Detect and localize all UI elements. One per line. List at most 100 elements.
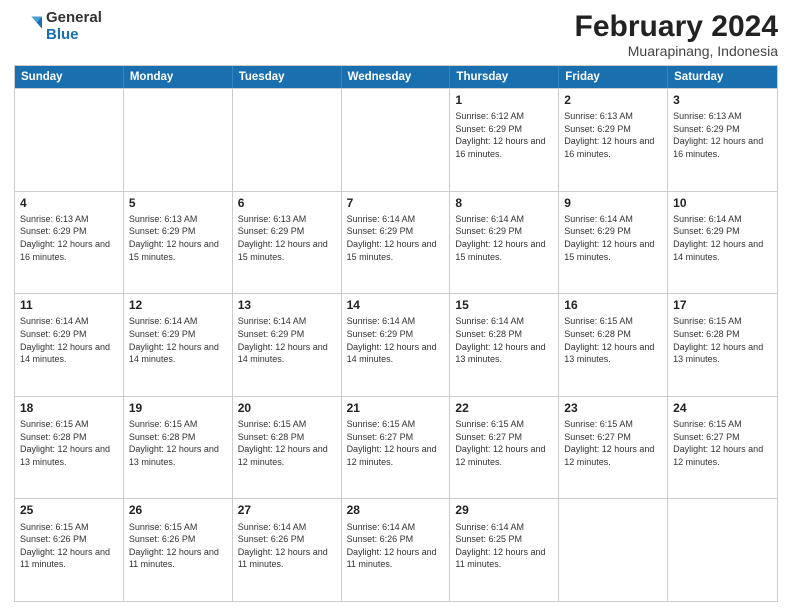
calendar-cell: 3 Sunrise: 6:13 AM Sunset: 6:29 PM Daylig… [668,89,777,191]
calendar-cell: 16 Sunrise: 6:15 AM Sunset: 6:28 PM Dayli… [559,294,668,396]
day-info: Sunrise: 6:14 AM Sunset: 6:29 PM Dayligh… [347,213,445,263]
day-info: Sunrise: 6:13 AM Sunset: 6:29 PM Dayligh… [564,110,662,160]
logo-blue: Blue [46,27,102,44]
calendar-header-cell: Thursday [450,66,559,88]
calendar-cell: 18 Sunrise: 6:15 AM Sunset: 6:28 PM Dayli… [15,397,124,499]
day-info: Sunrise: 6:14 AM Sunset: 6:29 PM Dayligh… [564,213,662,263]
day-number: 6 [238,195,336,211]
day-info: Sunrise: 6:14 AM Sunset: 6:29 PM Dayligh… [129,315,227,365]
calendar-cell: 22 Sunrise: 6:15 AM Sunset: 6:27 PM Dayli… [450,397,559,499]
day-number: 25 [20,502,118,518]
day-number: 11 [20,297,118,313]
day-number: 12 [129,297,227,313]
calendar-cell: 21 Sunrise: 6:15 AM Sunset: 6:27 PM Dayli… [342,397,451,499]
logo: General Blue [14,10,102,43]
day-info: Sunrise: 6:12 AM Sunset: 6:29 PM Dayligh… [455,110,553,160]
day-number: 17 [673,297,772,313]
day-number: 5 [129,195,227,211]
calendar-row: 25 Sunrise: 6:15 AM Sunset: 6:26 PM Dayli… [15,498,777,601]
calendar-page: General Blue February 2024 Muarapinang, … [0,0,792,612]
calendar-header-cell: Saturday [668,66,777,88]
day-info: Sunrise: 6:15 AM Sunset: 6:26 PM Dayligh… [20,521,118,571]
calendar-cell [233,89,342,191]
day-info: Sunrise: 6:13 AM Sunset: 6:29 PM Dayligh… [673,110,772,160]
day-info: Sunrise: 6:15 AM Sunset: 6:28 PM Dayligh… [238,418,336,468]
calendar-row: 18 Sunrise: 6:15 AM Sunset: 6:28 PM Dayli… [15,396,777,499]
day-info: Sunrise: 6:15 AM Sunset: 6:27 PM Dayligh… [564,418,662,468]
calendar-cell: 4 Sunrise: 6:13 AM Sunset: 6:29 PM Daylig… [15,192,124,294]
calendar-cell: 12 Sunrise: 6:14 AM Sunset: 6:29 PM Dayli… [124,294,233,396]
day-number: 27 [238,502,336,518]
day-number: 13 [238,297,336,313]
day-info: Sunrise: 6:13 AM Sunset: 6:29 PM Dayligh… [238,213,336,263]
title-block: February 2024 Muarapinang, Indonesia [575,10,778,59]
calendar-cell: 7 Sunrise: 6:14 AM Sunset: 6:29 PM Daylig… [342,192,451,294]
day-number: 3 [673,92,772,108]
day-info: Sunrise: 6:15 AM Sunset: 6:26 PM Dayligh… [129,521,227,571]
calendar-cell: 20 Sunrise: 6:15 AM Sunset: 6:28 PM Dayli… [233,397,342,499]
header: General Blue February 2024 Muarapinang, … [14,10,778,59]
calendar-cell: 17 Sunrise: 6:15 AM Sunset: 6:28 PM Dayli… [668,294,777,396]
day-info: Sunrise: 6:14 AM Sunset: 6:29 PM Dayligh… [347,315,445,365]
calendar-header-cell: Friday [559,66,668,88]
day-number: 14 [347,297,445,313]
calendar-cell: 13Sunrise: 6:14 AM Sunset: 6:29 PM Dayli… [233,294,342,396]
calendar-header-cell: Monday [124,66,233,88]
day-info: Sunrise: 6:14 AM Sunset: 6:28 PM Dayligh… [455,315,553,365]
day-number: 2 [564,92,662,108]
day-number: 9 [564,195,662,211]
calendar-cell: 15 Sunrise: 6:14 AM Sunset: 6:28 PM Dayli… [450,294,559,396]
day-number: 22 [455,400,553,416]
subtitle: Muarapinang, Indonesia [575,43,778,59]
day-number: 28 [347,502,445,518]
day-number: 24 [673,400,772,416]
calendar: SundayMondayTuesdayWednesdayThursdayFrid… [14,65,778,602]
day-info: Sunrise: 6:15 AM Sunset: 6:27 PM Dayligh… [673,418,772,468]
day-info: Sunrise: 6:15 AM Sunset: 6:27 PM Dayligh… [455,418,553,468]
calendar-cell [15,89,124,191]
day-number: 26 [129,502,227,518]
day-info: Sunrise: 6:13 AM Sunset: 6:29 PM Dayligh… [20,213,118,263]
calendar-header-row: SundayMondayTuesdayWednesdayThursdayFrid… [15,66,777,88]
day-number: 20 [238,400,336,416]
calendar-cell [124,89,233,191]
day-number: 15 [455,297,553,313]
calendar-row: 1 Sunrise: 6:12 AM Sunset: 6:29 PM Daylig… [15,88,777,191]
calendar-header-cell: Tuesday [233,66,342,88]
day-info: Sunrise: 6:14 AM Sunset: 6:25 PM Dayligh… [455,521,553,571]
logo-icon [14,13,42,41]
day-info: Sunrise: 6:15 AM Sunset: 6:27 PM Dayligh… [347,418,445,468]
calendar-cell: 8 Sunrise: 6:14 AM Sunset: 6:29 PM Daylig… [450,192,559,294]
day-info: Sunrise: 6:14 AM Sunset: 6:29 PM Dayligh… [455,213,553,263]
calendar-header-cell: Sunday [15,66,124,88]
day-info: Sunrise: 6:13 AM Sunset: 6:29 PM Dayligh… [129,213,227,263]
calendar-cell: 29Sunrise: 6:14 AM Sunset: 6:25 PM Dayli… [450,499,559,601]
calendar-cell [559,499,668,601]
day-info: Sunrise: 6:14 AM Sunset: 6:29 PM Dayligh… [673,213,772,263]
calendar-cell: 26 Sunrise: 6:15 AM Sunset: 6:26 PM Dayli… [124,499,233,601]
day-number: 19 [129,400,227,416]
calendar-cell: 14 Sunrise: 6:14 AM Sunset: 6:29 PM Dayli… [342,294,451,396]
calendar-row: 4 Sunrise: 6:13 AM Sunset: 6:29 PM Daylig… [15,191,777,294]
calendar-cell: 23 Sunrise: 6:15 AM Sunset: 6:27 PM Dayli… [559,397,668,499]
logo-text: General Blue [46,10,102,43]
day-number: 4 [20,195,118,211]
day-number: 23 [564,400,662,416]
calendar-cell: 5 Sunrise: 6:13 AM Sunset: 6:29 PM Daylig… [124,192,233,294]
day-info: Sunrise: 6:15 AM Sunset: 6:28 PM Dayligh… [20,418,118,468]
day-number: 8 [455,195,553,211]
day-number: 18 [20,400,118,416]
day-info: Sunrise: 6:15 AM Sunset: 6:28 PM Dayligh… [673,315,772,365]
day-info: Sunrise: 6:15 AM Sunset: 6:28 PM Dayligh… [564,315,662,365]
day-number: 16 [564,297,662,313]
calendar-cell: 19Sunrise: 6:15 AM Sunset: 6:28 PM Dayli… [124,397,233,499]
calendar-cell: 1 Sunrise: 6:12 AM Sunset: 6:29 PM Daylig… [450,89,559,191]
day-info: Sunrise: 6:14 AM Sunset: 6:26 PM Dayligh… [238,521,336,571]
day-number: 7 [347,195,445,211]
calendar-cell [342,89,451,191]
day-info: Sunrise: 6:14 AM Sunset: 6:26 PM Dayligh… [347,521,445,571]
day-number: 21 [347,400,445,416]
calendar-body: 1 Sunrise: 6:12 AM Sunset: 6:29 PM Daylig… [15,88,777,601]
day-number: 1 [455,92,553,108]
calendar-cell: 10Sunrise: 6:14 AM Sunset: 6:29 PM Dayli… [668,192,777,294]
